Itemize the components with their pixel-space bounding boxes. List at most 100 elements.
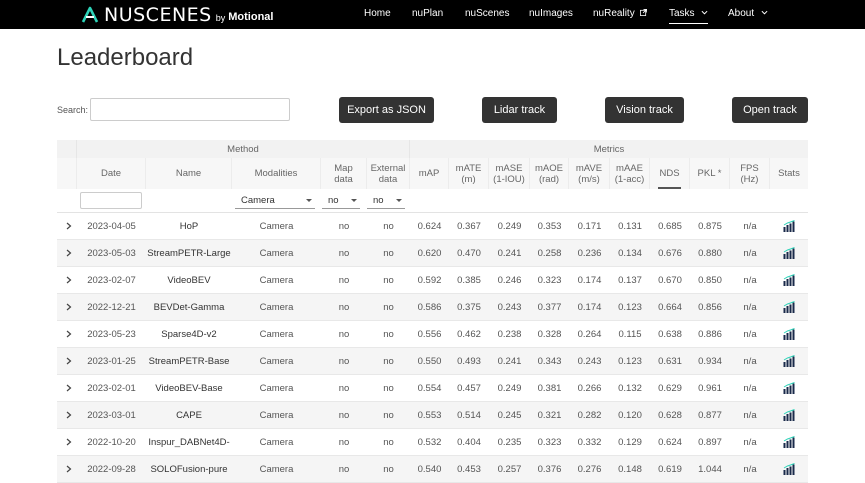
stats-chart-icon[interactable] — [783, 274, 796, 286]
nav-tasks[interactable]: Tasks — [669, 8, 709, 24]
expand-row-chevron-icon[interactable] — [63, 294, 75, 320]
top-navbar: NUSCENES by Motional Home nuPlan nuScene… — [0, 0, 865, 29]
header-pkl[interactable]: PKL * — [690, 158, 730, 189]
cell-map: 0.540 — [417, 463, 442, 475]
cell-map-data: no — [338, 274, 350, 286]
nav-nuplan[interactable]: nuPlan — [412, 8, 443, 20]
map-data-filter-select[interactable]: no — [322, 192, 360, 209]
stats-chart-icon[interactable] — [783, 409, 796, 421]
stats-chart-icon[interactable] — [783, 436, 796, 448]
header-mase[interactable]: mASE (1-IOU) — [489, 158, 530, 189]
table-row[interactable]: 2022-10-20 Inspur_DABNet4D- Camera no no 0.53… — [57, 429, 808, 456]
cell-pkl: 0.961 — [698, 382, 722, 394]
stats-chart-icon[interactable] — [783, 328, 796, 340]
header-external-data[interactable]: External data — [367, 158, 410, 189]
nav-about[interactable]: About — [728, 8, 768, 20]
header-stats: Stats — [770, 158, 808, 189]
cell-name: Inspur_DABNet4D- — [148, 436, 230, 448]
expand-row-chevron-icon[interactable] — [63, 348, 75, 374]
expand-row-chevron-icon[interactable] — [63, 375, 75, 401]
cell-external-data: no — [383, 274, 394, 286]
stats-cell — [770, 294, 808, 320]
expand-row-chevron-icon[interactable] — [63, 240, 75, 266]
nav-nureality[interactable]: nuReality — [593, 8, 648, 20]
cell-nds: 0.629 — [658, 382, 682, 394]
header-name[interactable]: Name — [146, 158, 232, 189]
header-date[interactable]: Date — [77, 158, 146, 189]
external-data-filter-select[interactable]: no — [367, 192, 405, 209]
expand-row-chevron-icon[interactable] — [63, 213, 75, 239]
cell-modalities: Camera — [259, 328, 294, 340]
date-filter-input[interactable] — [80, 192, 142, 209]
stats-chart-icon[interactable] — [783, 301, 796, 313]
cell-map: 0.553 — [417, 409, 442, 421]
cell-maoe: 0.323 — [537, 274, 562, 286]
cell-mave: 0.236 — [577, 247, 602, 259]
cell-name: StreamPETR-Large — [147, 247, 231, 259]
lidar-track-button[interactable]: Lidar track — [482, 97, 557, 123]
header-mave[interactable]: mAVE (m/s) — [569, 158, 610, 189]
cell-map-data: no — [338, 463, 350, 475]
nuscenes-logo[interactable]: NUSCENES by Motional — [80, 4, 273, 26]
cell-mate: 0.375 — [457, 301, 481, 313]
cell-pkl: 0.886 — [698, 328, 722, 340]
table-row[interactable]: 2022-12-21 BEVDet-Gamma Camera no no 0.586 0.3… — [57, 294, 808, 321]
cell-name: Sparse4D-v2 — [161, 328, 217, 340]
chevron-down-icon — [761, 10, 768, 15]
cell-map-data: no — [338, 247, 350, 259]
cell-mave: 0.171 — [577, 220, 602, 232]
cell-map: 0.586 — [417, 301, 442, 313]
table-row[interactable]: 2023-01-25 StreamPETR-Base Camera no no 0.550… — [57, 348, 808, 375]
cell-name: HoP — [179, 220, 199, 232]
expand-row-chevron-icon[interactable] — [63, 321, 75, 347]
stats-chart-icon[interactable] — [783, 463, 796, 475]
cell-map: 0.592 — [417, 274, 442, 286]
expand-row-chevron-icon[interactable] — [63, 429, 75, 455]
modalities-filter-select[interactable]: Camera — [235, 192, 315, 209]
cell-mase: 0.249 — [497, 220, 522, 232]
cell-fps: n/a — [743, 274, 757, 286]
cell-modalities: Camera — [259, 382, 294, 394]
header-maae[interactable]: mAAE (1-acc) — [610, 158, 650, 189]
cell-map: 0.620 — [417, 247, 442, 259]
export-json-button[interactable]: Export as JSON — [339, 97, 434, 123]
expand-row-chevron-icon[interactable] — [63, 456, 75, 482]
header-mate[interactable]: mATE (m) — [449, 158, 489, 189]
cell-nds: 0.619 — [658, 463, 682, 475]
header-expand — [57, 158, 77, 189]
header-maoe[interactable]: mAOE (rad) — [530, 158, 569, 189]
table-row[interactable]: 2023-03-01 CAPE Camera no no 0.553 0.514 0.245 0… — [57, 402, 808, 429]
cell-date: 2023-03-01 — [87, 409, 136, 421]
cell-external-data: no — [383, 328, 394, 340]
stats-chart-icon[interactable] — [783, 247, 796, 259]
expand-row-chevron-icon[interactable] — [63, 402, 75, 428]
table-row[interactable]: 2023-04-05 HoP Camera no no 0.624 0.367 0.249 0.… — [57, 213, 808, 240]
header-modalities[interactable]: Modalities — [232, 158, 321, 189]
nav-nuscenes[interactable]: nuScenes — [465, 8, 509, 20]
cell-maoe: 0.258 — [537, 247, 562, 259]
table-row[interactable]: 2022-09-28 SOLOFusion-pure Camera no no 0.540… — [57, 456, 808, 483]
cell-external-data: no — [383, 436, 394, 448]
vision-track-button[interactable]: Vision track — [605, 97, 684, 123]
stats-chart-icon[interactable] — [783, 220, 796, 232]
modalities-filter-value: Camera — [241, 194, 275, 206]
table-row[interactable]: 2023-02-01 VideoBEV-Base Camera no no 0.554 0.… — [57, 375, 808, 402]
header-fps[interactable]: FPS (Hz) — [730, 158, 770, 189]
table-row[interactable]: 2023-05-23 Sparse4D-v2 Camera no no 0.556 0.46… — [57, 321, 808, 348]
stats-chart-icon[interactable] — [783, 355, 796, 367]
header-map-data[interactable]: Map data — [321, 158, 367, 189]
cell-mase: 0.241 — [497, 355, 522, 367]
nav-nureality-label: nuReality — [593, 8, 635, 19]
expand-row-chevron-icon[interactable] — [63, 267, 75, 293]
table-row[interactable]: 2023-05-03 StreamPETR-Large Camera no no 0.62… — [57, 240, 808, 267]
open-track-button[interactable]: Open track — [732, 97, 808, 123]
stats-chart-icon[interactable] — [783, 382, 796, 394]
cell-map-data: no — [338, 382, 350, 394]
cell-name: VideoBEV-Base — [155, 382, 223, 394]
search-input[interactable] — [90, 98, 290, 121]
nav-nuimages[interactable]: nuImages — [529, 8, 573, 20]
header-map[interactable]: mAP — [410, 158, 449, 189]
header-nds[interactable]: NDS — [650, 158, 690, 189]
table-row[interactable]: 2023-02-07 VideoBEV Camera no no 0.592 0.385 0.… — [57, 267, 808, 294]
nav-home[interactable]: Home — [364, 8, 391, 20]
